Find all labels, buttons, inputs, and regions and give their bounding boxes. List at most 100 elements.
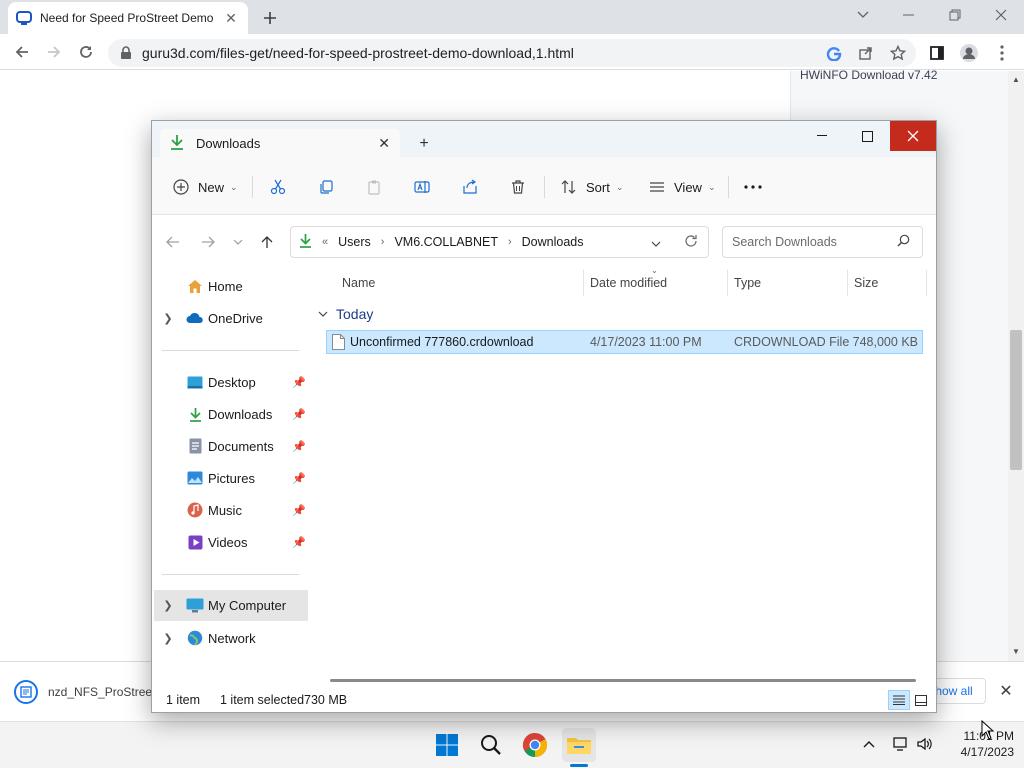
pin-icon[interactable]: 📌 (292, 536, 306, 549)
taskbar-clock[interactable]: 11:01 PM 4/17/2023 (940, 728, 1014, 760)
chevron-right-icon[interactable]: › (381, 236, 385, 248)
nav-label: Documents (208, 438, 274, 454)
search-taskbar-icon[interactable] (474, 728, 508, 762)
breadcrumb-overflow[interactable]: « (322, 236, 328, 248)
explorer-address-bar[interactable]: « Users › VM6.COLLABNET › Downloads (290, 226, 709, 258)
file-explorer-taskbar-icon[interactable] (562, 728, 596, 762)
side-panel-icon[interactable] (926, 42, 948, 64)
nav-item-network[interactable]: ❯ Network (158, 624, 308, 652)
download-filename: nzd_NFS_ProStree (48, 685, 153, 699)
browser-tab[interactable]: Need for Speed ProStreet Demo ✕ (8, 2, 248, 34)
volume-tray-icon[interactable] (916, 736, 934, 752)
recent-locations-button[interactable] (227, 231, 249, 253)
address-bar[interactable]: guru3d.com/files-get/need-for-speed-pros… (108, 39, 916, 67)
delete-button[interactable] (509, 176, 527, 198)
restore-browser-button[interactable] (932, 0, 978, 30)
close-browser-button[interactable] (978, 0, 1024, 30)
file-row[interactable]: Unconfirmed 777860.crdownload 4/17/2023 … (326, 330, 923, 354)
nav-item-onedrive[interactable]: ❯ OneDrive (158, 304, 308, 332)
network-globe-icon (186, 630, 204, 646)
clipboard-icon (365, 178, 383, 196)
up-folder-button[interactable] (256, 231, 278, 253)
nav-item-documents[interactable]: Documents 📌 (158, 432, 308, 460)
chevron-right-icon[interactable]: ❯ (158, 632, 178, 645)
explorer-back-button[interactable] (162, 231, 184, 253)
download-item[interactable]: nzd_NFS_ProStree (14, 677, 154, 707)
pin-icon[interactable]: 📌 (292, 376, 306, 389)
chrome-taskbar-icon[interactable] (518, 728, 552, 762)
reload-button[interactable] (74, 40, 98, 64)
nav-item-desktop[interactable]: Desktop 📌 (158, 368, 308, 396)
back-button[interactable] (10, 40, 34, 64)
explorer-tab[interactable]: Downloads ✕ (160, 129, 400, 158)
computer-icon (186, 598, 204, 614)
refresh-icon[interactable] (684, 234, 698, 251)
column-header-name[interactable]: Name (342, 270, 375, 296)
column-divider[interactable] (847, 270, 848, 296)
details-view-button[interactable] (888, 690, 910, 710)
new-button[interactable]: New ⌄ (172, 176, 238, 198)
nav-item-videos[interactable]: Videos 📌 (158, 528, 308, 556)
explorer-forward-button[interactable] (197, 231, 219, 253)
breadcrumb-downloads[interactable]: Downloads (522, 235, 584, 249)
close-tab-icon[interactable]: ✕ (222, 9, 240, 27)
nav-item-home[interactable]: Home (158, 272, 308, 300)
minimize-browser-button[interactable] (886, 0, 932, 30)
browser-menu-icon[interactable] (991, 42, 1013, 64)
explorer-close-button[interactable] (890, 121, 936, 151)
address-dropdown-icon[interactable] (651, 236, 661, 250)
google-lens-icon[interactable] (823, 42, 845, 64)
chevron-right-icon[interactable]: ❯ (158, 599, 178, 612)
explorer-search-input[interactable]: Search Downloads (722, 226, 923, 258)
column-header-size[interactable]: Size (854, 270, 878, 296)
close-download-shelf-icon[interactable]: ✕ (996, 681, 1016, 701)
page-scroll-thumb[interactable] (1010, 330, 1022, 470)
more-options-button[interactable] (744, 176, 762, 198)
pin-icon[interactable]: 📌 (292, 504, 306, 517)
breadcrumb-vm6[interactable]: VM6.COLLABNET (394, 235, 498, 249)
explorer-minimize-button[interactable] (799, 121, 845, 151)
tab-search-icon[interactable] (840, 0, 886, 30)
explorer-maximize-button[interactable] (844, 121, 890, 151)
nav-label: Downloads (208, 406, 273, 422)
sort-button[interactable]: Sort ⌄ (560, 176, 623, 198)
share-icon[interactable] (855, 42, 877, 64)
network-tray-icon[interactable] (892, 736, 910, 752)
forward-button[interactable] (42, 40, 66, 64)
lock-icon (120, 46, 132, 60)
nav-item-my-computer[interactable]: ❯ My Computer (154, 590, 308, 621)
chevron-right-icon[interactable]: ❯ (158, 312, 178, 325)
pin-icon[interactable]: 📌 (292, 408, 306, 421)
pin-icon[interactable]: 📌 (292, 472, 306, 485)
new-tab-button[interactable] (258, 6, 282, 30)
cut-button[interactable] (269, 176, 287, 198)
nav-item-music[interactable]: Music 📌 (158, 496, 308, 524)
close-explorer-tab-icon[interactable]: ✕ (378, 135, 390, 152)
chevron-right-icon[interactable]: › (508, 236, 512, 248)
share-button[interactable] (461, 176, 479, 198)
paste-button[interactable] (365, 176, 383, 198)
pin-icon[interactable]: 📌 (292, 440, 306, 453)
start-button[interactable] (430, 728, 464, 762)
sort-icon (560, 178, 578, 196)
tray-overflow-icon[interactable] (860, 736, 878, 752)
tiles-view-button[interactable] (910, 690, 932, 710)
bookmark-star-icon[interactable] (887, 42, 909, 64)
hwinfo-download-link[interactable]: HWiNFO Download v7.42 (800, 68, 937, 82)
copy-button[interactable] (317, 176, 335, 198)
column-divider[interactable] (926, 270, 927, 296)
status-selected: 1 item selected (220, 693, 305, 707)
breadcrumb-users[interactable]: Users (338, 235, 371, 249)
column-divider[interactable] (727, 270, 728, 296)
explorer-new-tab-button[interactable]: + (414, 134, 434, 154)
column-header-type[interactable]: Type (734, 270, 761, 296)
nav-item-downloads[interactable]: Downloads 📌 (158, 400, 308, 428)
view-button[interactable]: View ⌄ (648, 176, 716, 198)
column-divider[interactable] (583, 270, 584, 296)
profile-avatar-icon[interactable] (958, 42, 980, 64)
nav-item-pictures[interactable]: Pictures 📌 (158, 464, 308, 492)
rename-button[interactable] (413, 176, 431, 198)
horizontal-scrollbar[interactable] (330, 679, 916, 682)
group-header-today[interactable]: Today (318, 303, 373, 325)
download-file-icon (14, 680, 38, 704)
